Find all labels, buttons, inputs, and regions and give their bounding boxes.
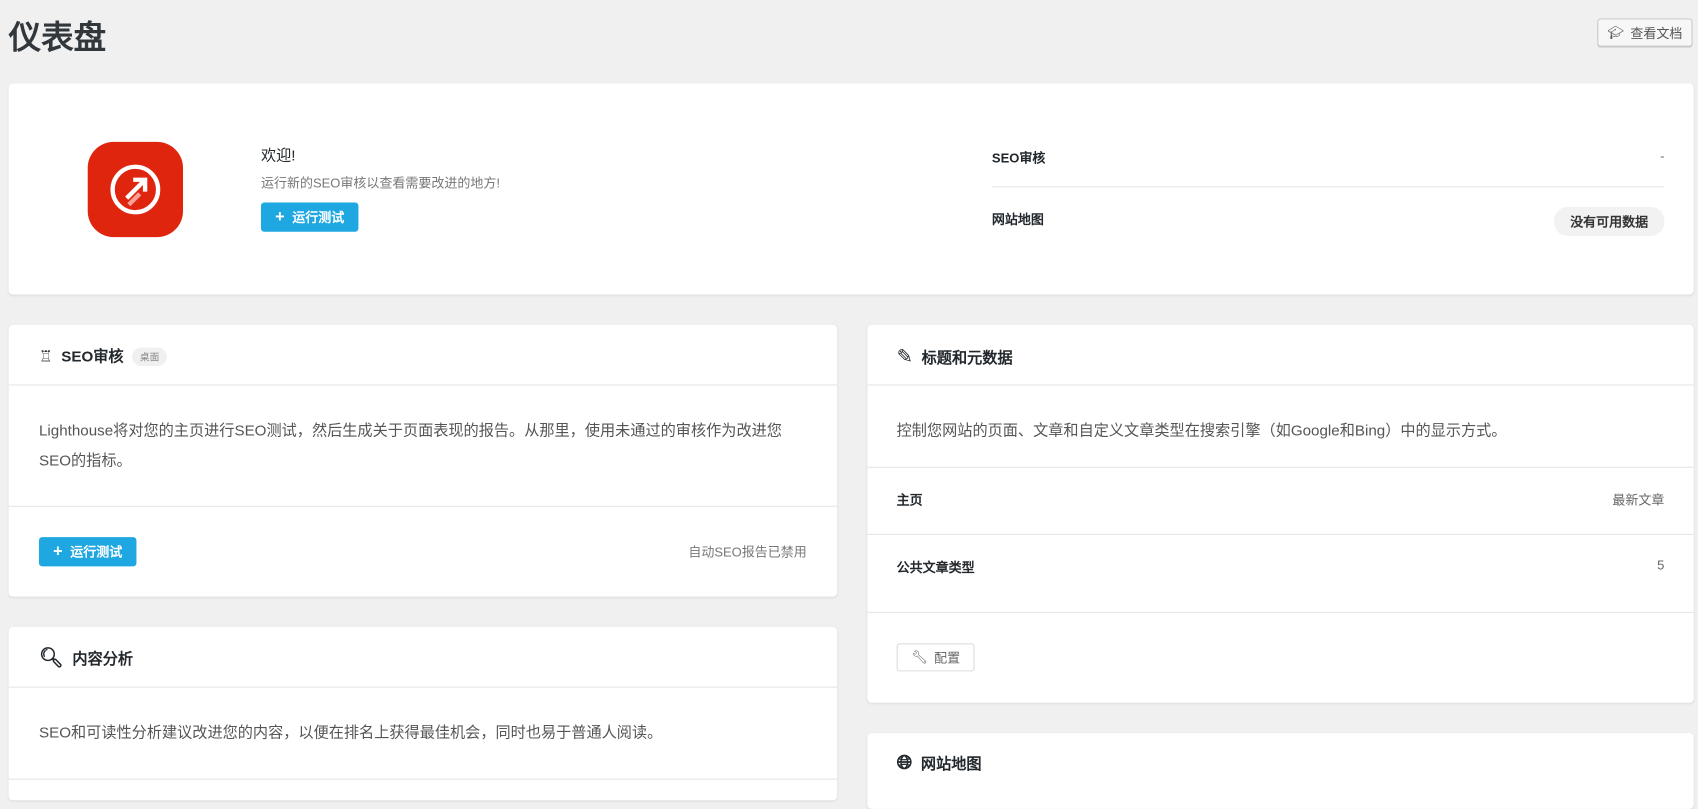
divider: [867, 466, 1694, 468]
sitemap-title: 网站地图: [920, 754, 982, 772]
content-analysis-title: 内容分析: [72, 649, 134, 667]
titles-meta-title: 标题和元数据: [921, 348, 1013, 366]
divider: [8, 778, 838, 780]
divider: [8, 384, 838, 386]
seo-audit-title: SEO审核: [61, 347, 124, 365]
stat-sitemap-label: 网站地图: [991, 212, 1044, 228]
titles-meta-header: ✎ 标题和元数据: [897, 345, 1013, 368]
plus-icon: +: [275, 207, 285, 227]
lighthouse-icon: ♖: [38, 347, 53, 365]
page-title: 仪表盘: [8, 20, 107, 57]
content-analysis-card: 🔍︎ 内容分析 SEO和可读性分析建议改进您的内容，以便在排名上获得最佳机会，同…: [8, 626, 838, 801]
smartcrawl-logo: [87, 141, 184, 238]
view-docs-label: 查看文档: [1630, 25, 1683, 41]
search-icon: 🔍︎: [38, 646, 64, 669]
sitemap-card: 🌐︎ 网站地图: [867, 733, 1694, 809]
homepage-value: 最新文章: [1612, 492, 1665, 508]
divider: [867, 384, 1694, 386]
welcome-subtitle: 运行新的SEO审核以查看需要改进的地方!: [260, 175, 500, 191]
seo-audit-header: ♖ SEO审核 桌面: [39, 345, 167, 367]
titles-meta-description: 控制您网站的页面、文章和自定义文章类型在搜索引擎（如Google和Bing）中的…: [896, 421, 1507, 439]
stat-seo-audit-label: SEO审核: [991, 150, 1046, 166]
run-test-button[interactable]: + 运行测试: [260, 202, 359, 232]
welcome-title: 欢迎!: [260, 146, 296, 164]
run-test-label: 运行测试: [70, 544, 123, 560]
divider: [867, 611, 1694, 613]
seo-audit-description: Lighthouse将对您的主页进行SEO测试，然后生成关于页面表现的报告。从那…: [38, 421, 782, 469]
plus-icon: +: [53, 542, 63, 561]
view-docs-button[interactable]: 🎓︎ 查看文档: [1597, 18, 1693, 47]
post-types-value: 5: [1657, 557, 1665, 573]
homepage-label: 主页: [896, 492, 923, 508]
pencil-icon: ✎: [896, 345, 913, 368]
seo-audit-card: ♖ SEO审核 桌面 Lighthouse将对您的主页进行SEO测试，然后生成关…: [8, 324, 838, 597]
divider: [867, 533, 1694, 535]
wrench-icon: 🔧︎: [911, 649, 928, 665]
divider: [8, 686, 838, 688]
content-analysis-description: SEO和可读性分析建议改进您的内容，以便在排名上获得最佳机会，同时也易于普通人阅…: [38, 723, 663, 741]
graduation-cap-icon: 🎓︎: [1607, 24, 1624, 41]
seo-audit-run-test-button[interactable]: + 运行测试: [38, 537, 137, 567]
divider: [8, 505, 838, 507]
configure-button[interactable]: 🔧︎ 配置: [896, 643, 975, 672]
stat-seo-audit-value: -: [1660, 148, 1665, 164]
sitemap-no-data-badge: 没有可用数据: [1553, 206, 1665, 237]
device-badge: 桌面: [132, 347, 167, 366]
titles-meta-card: ✎ 标题和元数据 控制您网站的页面、文章和自定义文章类型在搜索引擎（如Googl…: [867, 324, 1694, 703]
post-types-label: 公共文章类型: [896, 559, 975, 576]
configure-label: 配置: [934, 650, 961, 666]
welcome-card: 欢迎! 运行新的SEO审核以查看需要改进的地方! + 运行测试 SEO审核 - …: [8, 83, 1694, 295]
sitemap-header: 🌐︎ 网站地图: [897, 752, 982, 775]
auto-report-status: 自动SEO报告已禁用: [688, 544, 807, 560]
logo-arrow-icon: [110, 164, 161, 215]
content-analysis-header: 🔍︎ 内容分析: [39, 646, 133, 669]
divider: [991, 186, 1665, 188]
globe-icon: 🌐︎: [896, 751, 913, 774]
run-test-label: 运行测试: [292, 210, 345, 226]
